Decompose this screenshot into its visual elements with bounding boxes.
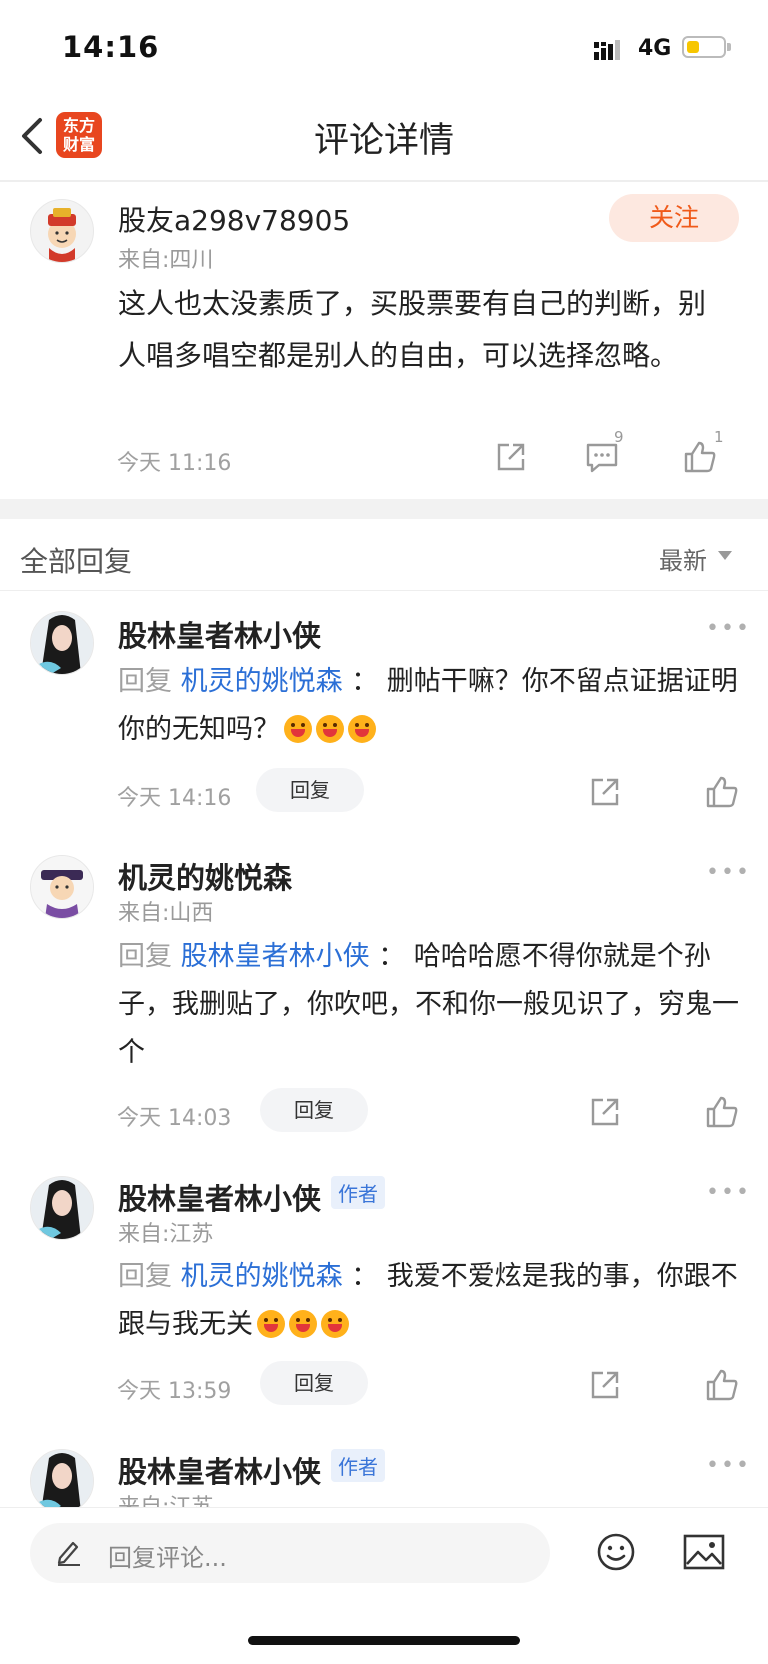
more-icon[interactable]: ••• xyxy=(706,1453,751,1478)
avatar[interactable] xyxy=(30,1176,94,1240)
location: 来自:四川 xyxy=(118,248,214,273)
smile-emoji-icon xyxy=(289,1310,317,1338)
follow-button[interactable]: 关注 xyxy=(609,194,739,242)
like-icon[interactable] xyxy=(705,1095,739,1129)
reply-text: 回复 股林皇者林小侠 ： 哈哈哈愿不得你就是个孙子，我删贴了，你吹吧，不和你一般… xyxy=(118,933,748,1077)
reply-prefix: 回复 xyxy=(118,941,172,972)
battery-level xyxy=(687,41,699,53)
reply-separator: ： xyxy=(351,1261,379,1292)
caishen-avatar-icon xyxy=(48,208,76,262)
reply-separator: ： xyxy=(351,666,379,697)
comment-text: 这人也太没素质了，买股票要有自己的判断，别人唱多唱空都是别人的自由，可以选择忽略… xyxy=(118,287,707,372)
like-icon[interactable] xyxy=(705,1368,739,1402)
location: 来自:山西 xyxy=(118,901,214,926)
reply-author[interactable]: 股林皇者林小侠 xyxy=(118,613,321,655)
smile-emoji-icon xyxy=(316,715,344,743)
girl-avatar-icon xyxy=(31,1450,93,1512)
reply-time: 今天 14:03 xyxy=(117,1106,232,1131)
reply-prefix: 回复 xyxy=(118,1261,172,1292)
reply-author[interactable]: 股林皇者林小侠 xyxy=(118,1449,321,1491)
location: 来自:江苏 xyxy=(118,1222,214,1247)
smile-emoji-icon xyxy=(257,1310,285,1338)
pencil-icon xyxy=(57,1541,80,1566)
like-icon[interactable] xyxy=(705,775,739,809)
more-icon[interactable]: ••• xyxy=(706,1180,751,1205)
header-divider xyxy=(0,180,768,182)
avatar[interactable] xyxy=(30,1449,94,1513)
username[interactable]: 股友a298v78905 xyxy=(118,199,350,239)
reply-author[interactable]: 机灵的姚悦森 xyxy=(118,855,292,897)
official-avatar-icon xyxy=(31,856,93,918)
more-icon[interactable]: ••• xyxy=(706,860,751,885)
reply-prefix: 回复 xyxy=(118,666,172,697)
reply-button[interactable]: 回复 xyxy=(260,1361,368,1405)
signal-icon xyxy=(594,40,620,60)
battery-icon xyxy=(682,36,726,58)
comment-count: 9 xyxy=(614,428,624,446)
avatar[interactable] xyxy=(30,855,94,919)
girl-avatar-icon xyxy=(31,612,93,674)
avatar[interactable] xyxy=(30,199,94,263)
author-badge: 作者 xyxy=(331,1449,385,1482)
reply-input-placeholder[interactable]: 回复评论... xyxy=(108,1538,227,1573)
reply-button[interactable]: 回复 xyxy=(256,768,364,812)
section-divider xyxy=(0,499,768,519)
battery-cap xyxy=(727,43,731,51)
reply-time: 今天 14:16 xyxy=(117,786,232,811)
share-icon[interactable] xyxy=(588,1095,622,1129)
reply-author[interactable]: 股林皇者林小侠 xyxy=(118,1176,321,1218)
like-count: 1 xyxy=(714,428,724,446)
share-icon[interactable] xyxy=(588,1368,622,1402)
comment-time: 今天 11:16 xyxy=(117,451,232,476)
share-icon[interactable] xyxy=(494,440,528,474)
status-time: 14:16 xyxy=(62,30,160,64)
reply-target-link[interactable]: 股林皇者林小侠 xyxy=(181,941,370,972)
page-title: 评论详情 xyxy=(313,121,454,161)
reply-target-link[interactable]: 机灵的姚悦森 xyxy=(181,666,343,697)
emoji-icon[interactable] xyxy=(596,1532,636,1572)
share-icon[interactable] xyxy=(588,775,622,809)
reply-text: 回复 机灵的姚悦森 ： 删帖干嘛？你不留点证据证明你的无知吗？ xyxy=(118,658,748,754)
avatar[interactable] xyxy=(30,611,94,675)
smile-emoji-icon xyxy=(321,1310,349,1338)
reply-separator: ： xyxy=(378,941,406,972)
reply-target-link[interactable]: 机灵的姚悦森 xyxy=(181,1261,343,1292)
smile-emoji-icon xyxy=(348,715,376,743)
network-label: 4G xyxy=(638,36,672,61)
more-icon[interactable]: ••• xyxy=(706,616,751,641)
caret-down-icon[interactable] xyxy=(718,551,732,560)
author-badge: 作者 xyxy=(331,1176,385,1209)
all-replies-title: 全部回复 xyxy=(20,545,133,578)
image-icon[interactable] xyxy=(683,1533,725,1571)
list-divider xyxy=(0,590,768,591)
reply-time: 今天 13:59 xyxy=(117,1379,232,1404)
girl-avatar-icon xyxy=(31,1177,93,1239)
reply-text: 回复 机灵的姚悦森 ： 我爱不爱炫是我的事，你跟不跟与我无关 xyxy=(118,1253,748,1349)
sort-dropdown[interactable]: 最新 xyxy=(659,541,707,576)
home-indicator xyxy=(248,1636,520,1645)
smile-emoji-icon xyxy=(284,715,312,743)
like-icon[interactable] xyxy=(683,440,717,474)
reply-button[interactable]: 回复 xyxy=(260,1088,368,1132)
